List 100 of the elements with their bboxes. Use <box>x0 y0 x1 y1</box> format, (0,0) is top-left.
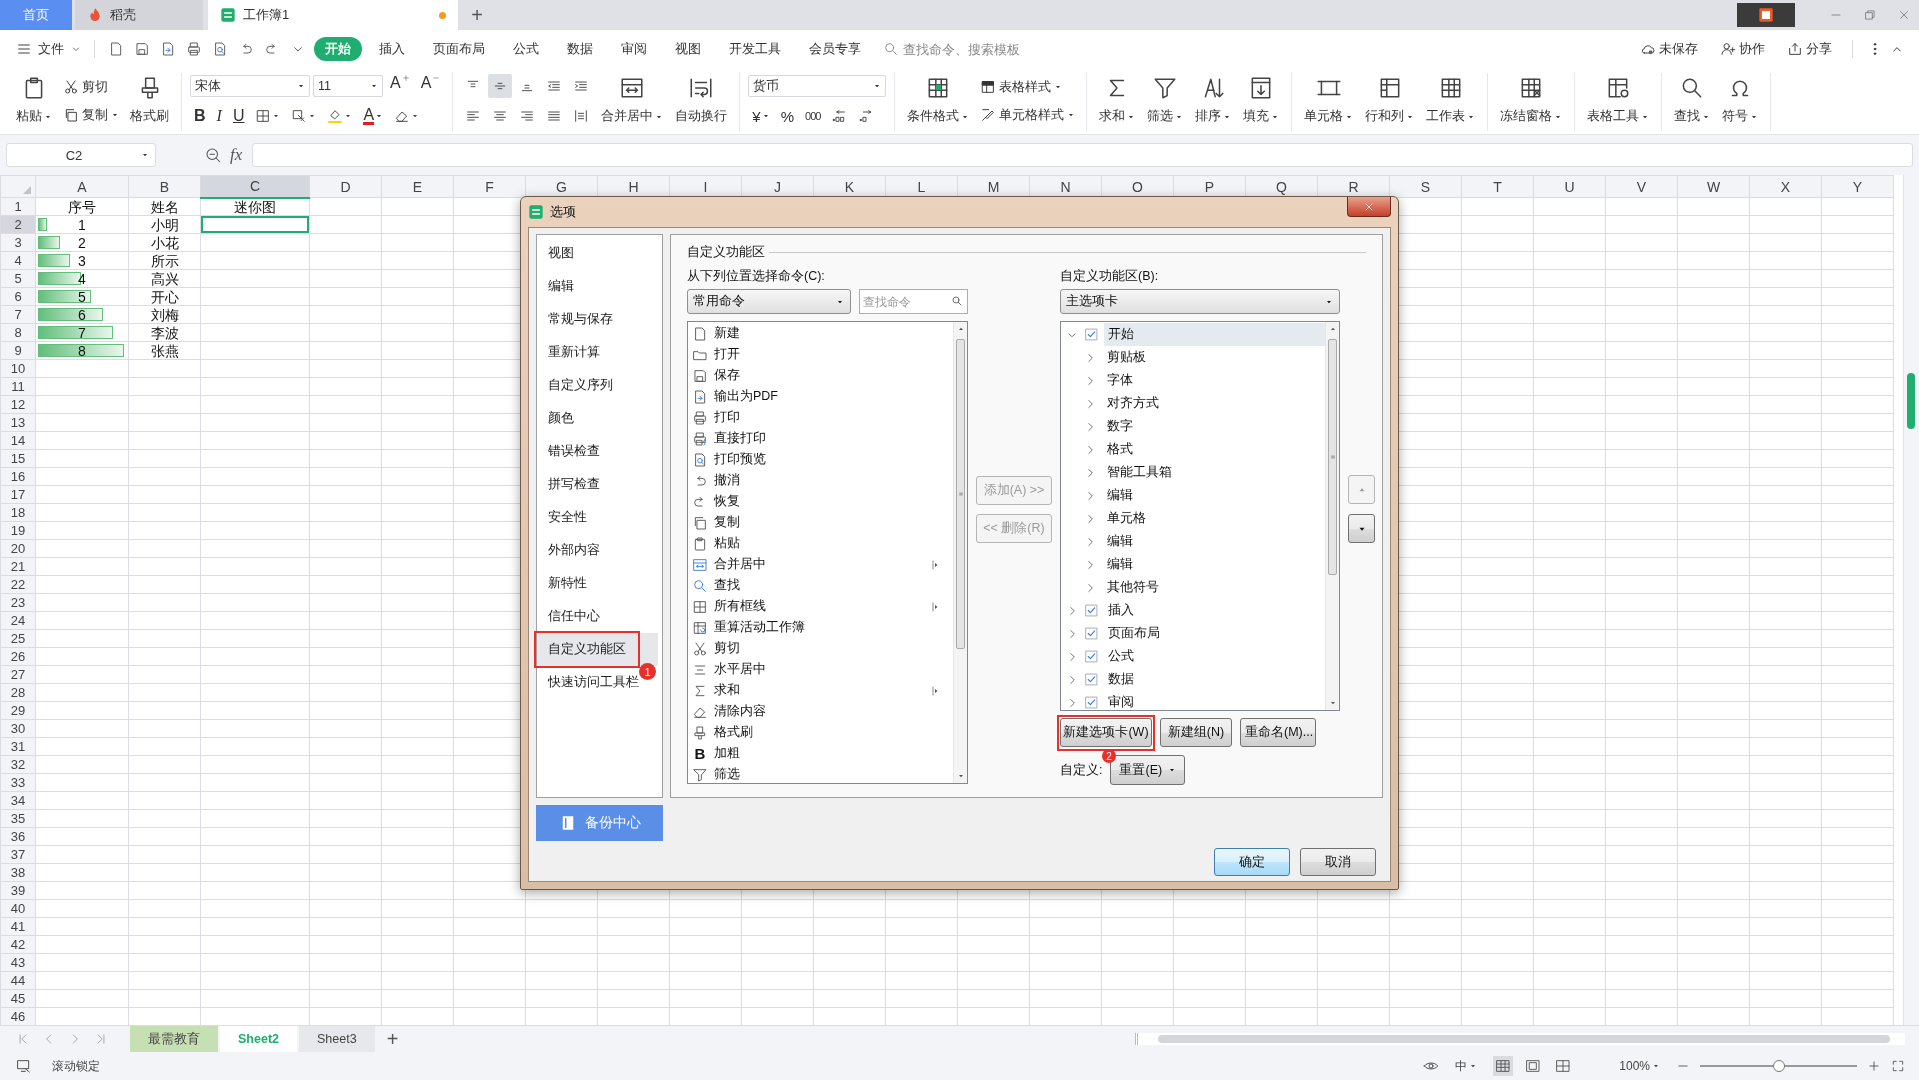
column-header[interactable]: P <box>1173 175 1246 198</box>
tree-item[interactable]: 数字 <box>1103 415 1137 438</box>
tree-item[interactable]: 编辑 <box>1103 553 1137 576</box>
sidebar-item[interactable]: 外部内容 <box>537 534 602 567</box>
column-header[interactable]: C <box>200 175 310 198</box>
command-item[interactable]: 筛选 <box>692 764 953 785</box>
tree-item[interactable]: 剪贴板 <box>1103 346 1150 369</box>
ribbon-button[interactable]: 单元格样式 <box>977 103 1079 127</box>
toolbar-button[interactable]: 未保存 <box>1634 39 1704 59</box>
vertical-scrollbar[interactable] <box>1325 322 1339 710</box>
sidebar-item[interactable]: 安全性 <box>537 501 589 534</box>
sidebar-item[interactable]: 视图 <box>537 237 576 270</box>
tree-item[interactable]: 对齐方式 <box>1103 392 1163 415</box>
toolbar-button[interactable]: 000 <box>801 104 825 128</box>
screen-icon[interactable] <box>16 1058 32 1074</box>
checkbox[interactable] <box>1085 627 1098 640</box>
sidebar-item[interactable]: 信任中心 <box>537 600 602 633</box>
sidebar-item[interactable]: 自定义序列 <box>537 369 615 402</box>
command-item[interactable]: 合并居中 <box>692 554 953 575</box>
column-header[interactable]: F <box>453 175 526 198</box>
sheet-tab[interactable]: 最需教育 <box>130 1025 218 1053</box>
ribbon-button[interactable]: 粘贴 <box>12 73 56 129</box>
ribbon-button[interactable]: 筛选 <box>1143 73 1188 129</box>
ribbon-button[interactable]: 剪切 <box>60 75 122 99</box>
ribbon-tab[interactable]: 审阅 <box>610 37 658 61</box>
command-item[interactable]: 清除内容 <box>692 701 953 722</box>
column-header[interactable]: Q <box>1245 175 1318 198</box>
command-item[interactable]: 撤消 <box>692 470 953 491</box>
ribbon-tab[interactable]: 数据 <box>556 37 604 61</box>
column-header[interactable]: W <box>1677 175 1750 198</box>
printer-icon[interactable] <box>186 41 202 57</box>
checkbox[interactable] <box>1085 696 1098 709</box>
new-file-icon[interactable] <box>108 41 124 57</box>
tree-item[interactable]: 数据 <box>1104 668 1138 691</box>
scrollbar-thumb[interactable] <box>1907 373 1915 429</box>
ribbon-button[interactable]: 填充 <box>1239 73 1284 129</box>
input-method-toolbar[interactable] <box>1737 3 1795 27</box>
fullscreen-icon[interactable] <box>1891 1059 1905 1073</box>
ribbon-button[interactable]: 自动换行 <box>671 73 732 129</box>
selected-cell[interactable] <box>200 215 310 234</box>
dropdown[interactable]: 主选项卡 <box>1060 289 1340 314</box>
column-header[interactable]: S <box>1389 175 1462 198</box>
scrollbar-thumb[interactable] <box>956 339 965 649</box>
slider-thumb[interactable] <box>1772 1060 1785 1072</box>
command-item[interactable]: 打开 <box>692 344 953 365</box>
font-size-field[interactable]: 11 <box>313 75 383 97</box>
command-item[interactable]: 打印预览 <box>692 449 953 470</box>
command-item[interactable]: 重算活动工作簿 <box>692 617 953 638</box>
horizontal-scrollbar[interactable] <box>1135 1033 1905 1045</box>
command-item[interactable]: 查找 <box>692 575 953 596</box>
input-mode-button[interactable]: 中 <box>1449 1056 1484 1076</box>
ribbon-tab[interactable]: 页面布局 <box>422 37 496 61</box>
ribbon-tab[interactable]: 视图 <box>664 37 712 61</box>
dialog-button[interactable]: 新建选项卡(W) <box>1060 718 1152 747</box>
column-header[interactable]: K <box>813 175 886 198</box>
zoom-in-icon[interactable] <box>1867 1059 1881 1073</box>
command-item[interactable]: 恢复 <box>692 491 953 512</box>
checkbox[interactable] <box>1085 650 1098 663</box>
column-header[interactable]: B <box>128 175 201 198</box>
sidebar-item[interactable]: 拼写检查 <box>537 468 602 501</box>
ribbon-button[interactable]: 复制 <box>60 103 122 127</box>
ribbon-tab[interactable]: 公式 <box>502 37 550 61</box>
ribbon-button[interactable]: 格式刷 <box>126 73 173 129</box>
vertical-scrollbar[interactable] <box>1903 175 1919 1025</box>
ribbon-button[interactable]: 合并居中 <box>597 73 668 129</box>
vertical-scrollbar[interactable] <box>953 322 967 783</box>
column-header[interactable]: E <box>381 175 454 198</box>
ribbon-button[interactable]: 表格样式 <box>977 75 1079 99</box>
restore-icon[interactable] <box>1863 8 1877 22</box>
command-item[interactable]: 所有框线 <box>692 596 953 617</box>
export-icon[interactable] <box>160 41 176 57</box>
toolbar-button[interactable]: A <box>386 74 414 98</box>
column-header[interactable]: A <box>35 175 129 198</box>
command-item[interactable]: 输出为PDF <box>692 386 953 407</box>
command-item[interactable]: 保存 <box>692 365 953 386</box>
document-tab[interactable]: 工作簿1 <box>208 0 458 30</box>
column-header[interactable]: O <box>1101 175 1174 198</box>
toolbar-button[interactable]: ¥ <box>748 104 774 128</box>
toolbar-button[interactable]: I <box>212 104 226 128</box>
toolbar-button[interactable]: A <box>359 104 388 128</box>
tree-item[interactable]: 编辑 <box>1103 530 1137 553</box>
dialog-button[interactable]: 取消 <box>1300 848 1376 876</box>
column-header[interactable]: X <box>1749 175 1822 198</box>
dialog-button[interactable]: 重命名(M)... <box>1240 718 1316 747</box>
dialog-button[interactable]: 新建组(N) <box>1160 718 1232 747</box>
ribbon-button[interactable]: 工作表 <box>1422 73 1480 129</box>
column-header[interactable]: H <box>597 175 670 198</box>
number-format-field[interactable]: 货币 <box>748 75 887 97</box>
tree-item[interactable]: 编辑 <box>1103 484 1137 507</box>
tree-item[interactable]: 审阅 <box>1104 691 1138 710</box>
tree-item[interactable]: 插入 <box>1104 599 1138 622</box>
sheet-tab[interactable]: Sheet3 <box>299 1025 375 1053</box>
column-header[interactable]: R <box>1317 175 1390 198</box>
command-item[interactable]: 直接打印 <box>692 428 953 449</box>
search-field[interactable]: 查找命令、搜索模板 <box>901 40 1041 58</box>
document-tab[interactable]: 稻壳 <box>75 0 203 30</box>
close-button[interactable] <box>1347 197 1391 217</box>
file-menu[interactable]: 文件 <box>12 40 86 58</box>
tree-item[interactable]: 页面布局 <box>1104 622 1164 645</box>
command-item[interactable]: 粘贴 <box>692 533 953 554</box>
